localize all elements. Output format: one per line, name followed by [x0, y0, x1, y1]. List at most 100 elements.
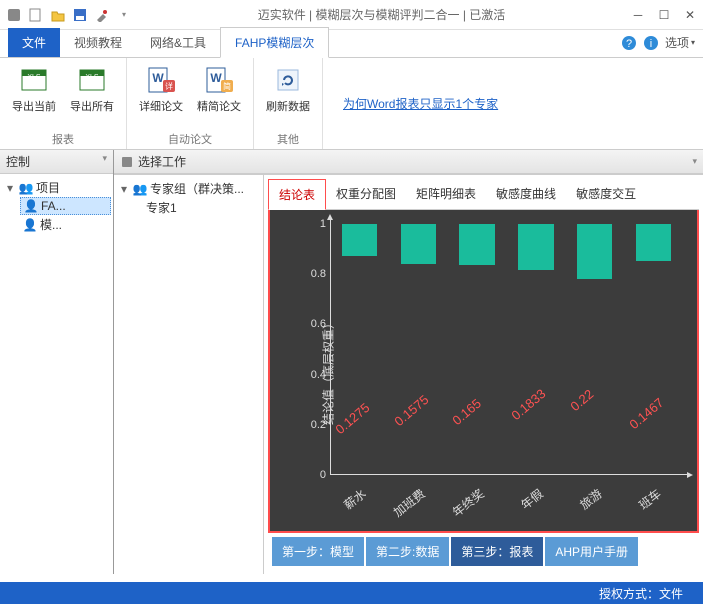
tree-item[interactable]: 👤模... — [20, 215, 111, 234]
info-icon[interactable]: i — [643, 35, 659, 51]
cube-icon — [120, 155, 134, 169]
bar-value-label: 0.22 — [567, 386, 596, 414]
chart-bars: 0.1275薪水0.1575加班费0.165年终奖0.1833年假0.22旅游0… — [330, 224, 683, 475]
tab-matrix[interactable]: 矩阵明细表 — [406, 179, 486, 209]
step2-button[interactable]: 第二步:数据 — [366, 537, 449, 566]
help-icon[interactable]: ? — [621, 35, 637, 51]
export-all-button[interactable]: XLS 导出所有 — [66, 62, 118, 116]
bar-value-label: 0.1833 — [509, 386, 549, 423]
tab-weight[interactable]: 权重分配图 — [326, 179, 406, 209]
step-buttons: 第一步：模型 第二步:数据 第三步：报表 AHP用户手册 — [268, 533, 699, 570]
content-area: 结论表 权重分配图 矩阵明细表 敏感度曲线 敏感度交互 结论值（底层权重） — [264, 175, 703, 574]
group-label: 自动论文 — [135, 129, 245, 147]
bar-column: 0.1467班车 — [624, 224, 683, 475]
bar-column: 0.165年终奖 — [448, 224, 507, 475]
open-icon[interactable] — [50, 7, 66, 23]
tab-sensitivity-curve[interactable]: 敏感度曲线 — [486, 179, 566, 209]
bar-value-label: 0.1275 — [332, 400, 372, 437]
tab-video[interactable]: 视频教程 — [60, 28, 136, 57]
ribbon-group-paper: W详 详细论文 W简 精简论文 自动论文 — [127, 58, 254, 149]
auth-status: 授权方式：文件 — [599, 585, 683, 602]
qat-dropdown-icon[interactable]: ▾ — [116, 7, 132, 23]
bar-value-label: 0.1467 — [626, 395, 666, 432]
main-area: 控制 ▾ ▾👥项目 👤FA... 👤模... 选择工作 ▾ ▾👥专家组（群决策.… — [0, 150, 703, 574]
bar — [401, 224, 436, 264]
x-axis-arrow-icon — [687, 472, 693, 478]
bar — [342, 224, 377, 256]
group-icon: 👥 — [18, 181, 34, 195]
new-icon[interactable] — [28, 7, 44, 23]
detail-paper-button[interactable]: W详 详细论文 — [135, 62, 187, 116]
bar-column: 0.1575加班费 — [389, 224, 448, 475]
bar — [636, 224, 671, 261]
tools-icon[interactable] — [94, 7, 110, 23]
work-panel: 选择工作 ▾ ▾👥专家组（群决策... 专家1 结论表 权重分配图 矩阵明细表 … — [114, 150, 703, 574]
title-bar: ▾ 迈实软件 | 模糊层次与模糊评判二合一 | 已激活 ─ ☐ ✕ — [0, 0, 703, 30]
user-icon: 👤 — [22, 218, 38, 232]
ribbon: XLS 导出当前 XLS 导出所有 报表 W详 详细论文 W简 精简论文 自动论… — [0, 58, 703, 150]
tab-sensitivity-interact[interactable]: 敏感度交互 — [566, 179, 646, 209]
window-title: 迈实软件 | 模糊层次与模糊评判二合一 | 已激活 — [132, 6, 631, 23]
project-tree: ▾👥项目 👤FA... 👤模... — [0, 174, 113, 574]
x-tick-label: 旅游 — [576, 485, 605, 513]
app-icon — [6, 7, 22, 23]
bar — [518, 224, 553, 270]
close-button[interactable]: ✕ — [683, 8, 697, 22]
refresh-icon — [272, 64, 304, 96]
x-tick-label: 薪水 — [340, 485, 369, 513]
word-detail-icon: W详 — [145, 64, 177, 96]
svg-text:?: ? — [626, 38, 632, 50]
minimize-button[interactable]: ─ — [631, 8, 645, 22]
bar-column: 0.1275薪水 — [330, 224, 389, 475]
tab-file[interactable]: 文件 — [8, 28, 60, 57]
x-tick-label: 年终奖 — [449, 485, 488, 521]
xls-icon: XLS — [18, 64, 50, 96]
bar-value-label: 0.1575 — [391, 392, 431, 429]
status-bar: 授权方式：文件 — [0, 582, 703, 604]
group-label: 报表 — [8, 129, 118, 147]
bar-value-label: 0.165 — [450, 395, 485, 427]
svg-text:W: W — [152, 71, 164, 85]
maximize-button[interactable]: ☐ — [657, 8, 671, 22]
options-menu[interactable]: 选项 ▾ — [665, 34, 695, 51]
tab-network[interactable]: 网络&工具 — [136, 28, 220, 57]
x-tick-label: 年假 — [517, 485, 546, 513]
refresh-button[interactable]: 刷新数据 — [262, 62, 314, 116]
y-tick: 0.6 — [311, 318, 326, 330]
ribbon-group-other: 刷新数据 其他 — [254, 58, 323, 149]
ribbon-tabs: 文件 视频教程 网络&工具 FAHP模糊层次 ? i 选项 ▾ — [0, 30, 703, 58]
svg-text:简: 简 — [223, 81, 231, 91]
tab-fahp[interactable]: FAHP模糊层次 — [220, 27, 329, 58]
tree-item[interactable]: 👤FA... — [20, 197, 111, 215]
brief-paper-button[interactable]: W简 精简论文 — [193, 62, 245, 116]
step1-button[interactable]: 第一步：模型 — [272, 537, 364, 566]
bar-column: 0.22旅游 — [565, 224, 624, 475]
bar — [459, 224, 494, 265]
svg-text:XLS: XLS — [27, 74, 41, 81]
group-icon: 👥 — [132, 182, 148, 196]
tab-conclusion[interactable]: 结论表 — [268, 179, 326, 210]
group-label: 其他 — [262, 129, 314, 147]
x-tick-label: 加班费 — [390, 485, 429, 521]
bar — [577, 224, 612, 279]
y-tick: 1 — [320, 218, 326, 230]
svg-text:XLS: XLS — [85, 74, 99, 81]
tree-root[interactable]: ▾👥专家组（群决策... — [116, 179, 261, 198]
user-icon: 👤 — [23, 199, 39, 213]
y-tick: 0 — [320, 469, 326, 481]
svg-text:W: W — [210, 71, 222, 85]
y-axis-arrow-icon — [327, 214, 333, 220]
y-tick: 0.8 — [311, 268, 326, 280]
ribbon-right: ? i 选项 ▾ — [621, 34, 695, 51]
step3-button[interactable]: 第三步：报表 — [451, 537, 543, 566]
tree-root[interactable]: ▾👥项目 — [2, 178, 111, 197]
y-tick: 0.2 — [311, 419, 326, 431]
tree-item[interactable]: 专家1 — [144, 198, 261, 217]
step4-button[interactable]: AHP用户手册 — [545, 537, 638, 566]
word-help-link[interactable]: 为何Word报表只显示1个专家 — [343, 95, 498, 112]
export-current-button[interactable]: XLS 导出当前 — [8, 62, 60, 116]
xls-icon: XLS — [76, 64, 108, 96]
save-icon[interactable] — [72, 7, 88, 23]
y-axis-ticks: 00.20.40.60.81 — [300, 224, 330, 475]
quick-access-toolbar: ▾ — [6, 7, 132, 23]
